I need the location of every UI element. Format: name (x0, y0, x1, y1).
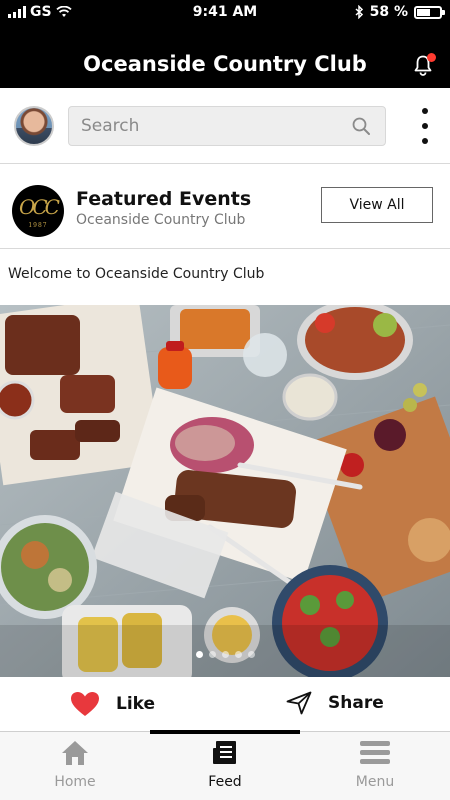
post-image[interactable] (0, 305, 450, 677)
feed-icon (213, 741, 236, 764)
app-header: Oceanside Country Club (0, 26, 450, 88)
carousel-dot[interactable] (221, 651, 229, 658)
tab-home[interactable]: Home (0, 740, 150, 790)
carousel-dots[interactable] (0, 651, 450, 658)
logo-year: 1987 (28, 222, 48, 229)
club-logo[interactable]: OCC 1987 (12, 185, 64, 237)
like-button[interactable]: Like (70, 691, 155, 717)
heart-icon (71, 692, 99, 716)
logo-monogram: OCC (18, 195, 60, 219)
carousel-dot[interactable] (247, 651, 255, 658)
search-row (0, 88, 450, 164)
search-input[interactable] (69, 116, 339, 136)
status-right: 58 % (354, 4, 445, 20)
carousel-dot[interactable] (195, 651, 203, 658)
featured-title: Featured Events (76, 188, 252, 210)
like-label: Like (116, 694, 156, 714)
carousel-dot[interactable] (208, 651, 216, 658)
tab-feed[interactable]: Feed (150, 740, 300, 790)
tab-label: Menu (355, 774, 395, 790)
search-icon[interactable] (351, 116, 371, 136)
home-icon (62, 741, 88, 765)
battery-icon (414, 5, 445, 19)
status-bar: GS 9:41 AM 58 % (0, 0, 450, 26)
avatar[interactable] (14, 106, 54, 146)
more-options-icon[interactable] (420, 108, 430, 144)
post-actions: Like Share (0, 677, 450, 731)
share-button[interactable]: Share (286, 691, 384, 715)
post-text: Welcome to Oceanside Country Club (8, 266, 265, 282)
tab-bar: Home Feed Menu (0, 730, 450, 800)
notification-badge (427, 53, 436, 62)
featured-events-header: OCC 1987 Featured Events Oceanside Count… (0, 165, 450, 249)
bluetooth-icon (355, 5, 363, 19)
view-all-button[interactable]: View All (321, 187, 433, 223)
send-icon (286, 691, 312, 715)
menu-icon (360, 741, 390, 764)
carousel-dot[interactable] (234, 651, 242, 658)
food-spread-photo (0, 305, 450, 677)
tab-menu[interactable]: Menu (300, 740, 450, 790)
app-title: Oceanside Country Club (83, 52, 367, 76)
tab-label: Home (54, 774, 96, 790)
share-label: Share (328, 693, 384, 713)
tab-label: Feed (208, 774, 242, 790)
featured-subtitle: Oceanside Country Club (76, 212, 246, 228)
battery-percent: 58 % (369, 4, 408, 20)
active-tab-indicator (150, 730, 300, 734)
search-box[interactable] (68, 106, 386, 146)
